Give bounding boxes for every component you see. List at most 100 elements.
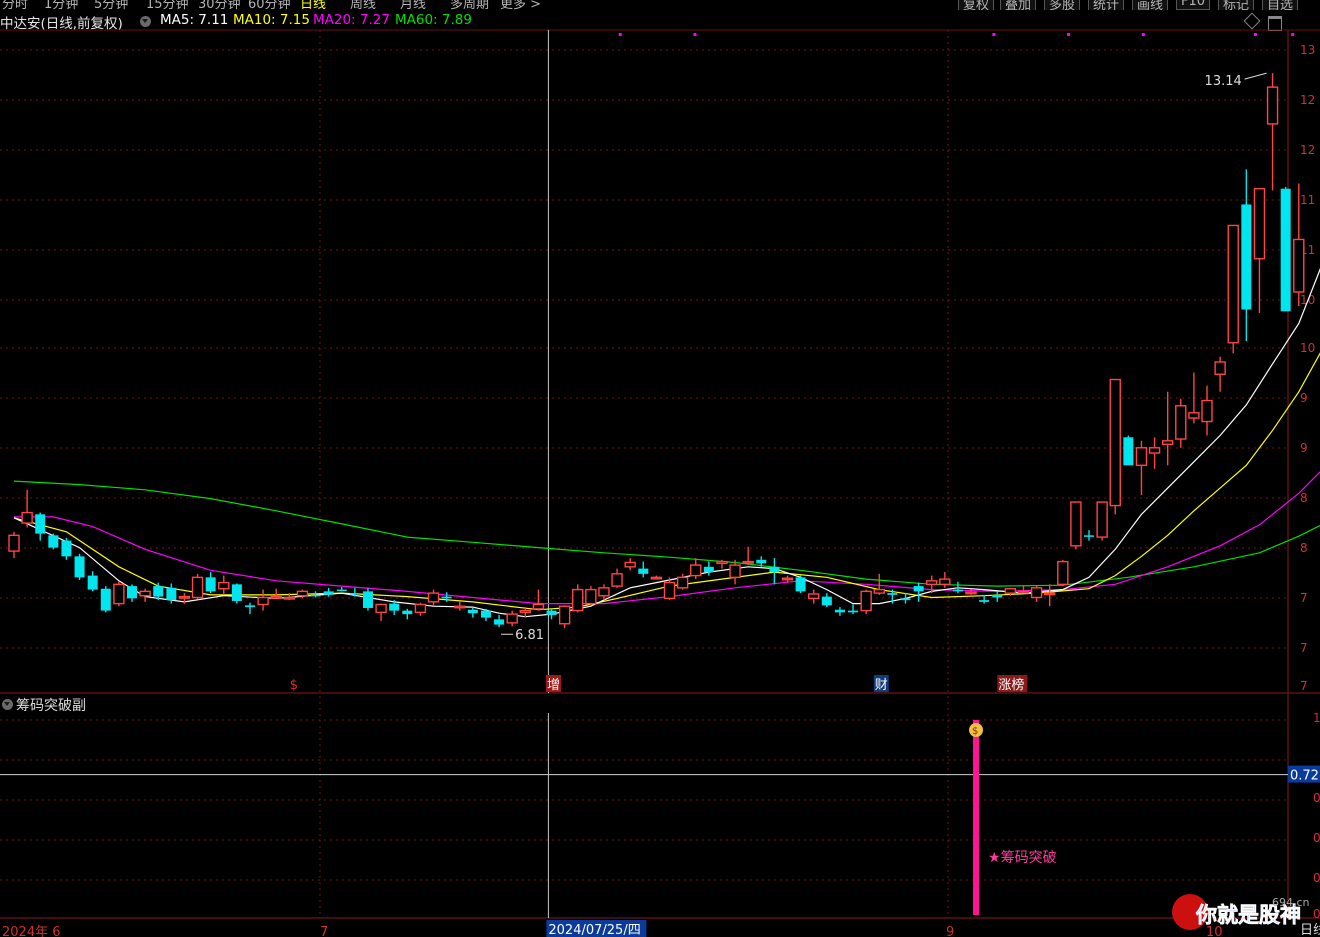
candle-body-down bbox=[336, 589, 347, 592]
candle-body-up bbox=[650, 576, 663, 580]
candle-body-up bbox=[375, 603, 387, 614]
candle-body-up bbox=[1201, 399, 1213, 423]
money-bag-glyph: $ bbox=[972, 726, 978, 737]
candle-body-up bbox=[939, 578, 951, 586]
candle-body-up bbox=[427, 592, 440, 603]
candle-body-up bbox=[8, 534, 20, 552]
sub-tick-label: 1 bbox=[1313, 711, 1320, 725]
candle-body-down bbox=[848, 610, 859, 613]
candle-body-up bbox=[1266, 86, 1279, 125]
candle-body-down bbox=[362, 591, 373, 608]
candle-body-down bbox=[402, 610, 413, 615]
candle-body-up bbox=[1004, 588, 1017, 594]
sub-tick-label: 0 bbox=[1313, 831, 1320, 845]
candle-body-down bbox=[756, 559, 767, 564]
marker-label: $ bbox=[290, 678, 298, 693]
candle-body-up bbox=[113, 583, 125, 605]
candle-body-up bbox=[454, 605, 466, 609]
marker-label: 增 bbox=[547, 678, 560, 693]
sub-indicator-menu-icon[interactable] bbox=[2, 699, 13, 710]
candle-body-down bbox=[74, 556, 85, 578]
signal-label: ★筹码突破 bbox=[988, 849, 1057, 866]
sub-indicator-title: 筹码突破副 bbox=[16, 698, 86, 714]
candle-body-down bbox=[1241, 204, 1252, 310]
candle-body-up bbox=[860, 590, 872, 612]
high-arrow bbox=[1244, 72, 1267, 80]
candle-body-up bbox=[965, 591, 977, 595]
candle-body-up bbox=[873, 588, 885, 594]
event-dot bbox=[1253, 33, 1257, 36]
candle-body-up bbox=[676, 576, 689, 589]
candle-body-up bbox=[218, 581, 230, 590]
candle-body-up bbox=[1227, 224, 1239, 344]
price-tick-label: 10 bbox=[1300, 341, 1315, 355]
candle-body-down bbox=[231, 584, 242, 601]
candle-body-up bbox=[270, 595, 282, 599]
marker-label: 财 bbox=[875, 678, 888, 693]
candle-body-down bbox=[441, 596, 452, 599]
candle-body-up bbox=[1043, 592, 1056, 596]
candle-body-down bbox=[389, 603, 400, 611]
sub-indicator-header: 筹码突破副 bbox=[0, 693, 1288, 715]
candle-body-up bbox=[1070, 501, 1082, 547]
candle-body-down bbox=[1280, 188, 1291, 312]
candle-body-down bbox=[480, 610, 491, 618]
candle-body-down bbox=[349, 593, 360, 595]
candle-body-down bbox=[913, 586, 924, 592]
candle-body-down bbox=[166, 587, 177, 601]
candle-body-down bbox=[795, 577, 806, 592]
candle-body-up bbox=[558, 605, 571, 625]
crosshair-value: 0.72 bbox=[1290, 769, 1319, 784]
candle-body-up bbox=[729, 564, 741, 579]
candle-body-up bbox=[532, 603, 545, 610]
candle-body-down bbox=[546, 610, 557, 615]
price-tick-label: 7 bbox=[1300, 679, 1308, 693]
candle-body-up bbox=[1096, 501, 1108, 538]
candle-body-up bbox=[414, 603, 427, 614]
candle-body-down bbox=[48, 535, 59, 548]
candle-body-up bbox=[611, 573, 623, 587]
sub-tick-label: 0 bbox=[1313, 907, 1320, 921]
candle-body-up bbox=[663, 581, 676, 600]
price-tick-label: 13 bbox=[1300, 43, 1315, 57]
candle-body-up bbox=[1148, 447, 1161, 454]
period-label: 日线 bbox=[1300, 923, 1320, 937]
candle-body-up bbox=[21, 511, 33, 524]
date-tick-label: 9 bbox=[946, 925, 954, 937]
sub-tick-label: 0 bbox=[1313, 871, 1320, 885]
candle-body-up bbox=[257, 596, 269, 606]
signal-bar bbox=[973, 720, 980, 915]
candle-body-up bbox=[926, 580, 938, 586]
candle-body-up bbox=[1293, 238, 1305, 293]
candle-body-up bbox=[585, 588, 597, 605]
candle-body-down bbox=[323, 591, 334, 595]
high-label: 13.14 bbox=[1205, 74, 1242, 89]
event-dot bbox=[992, 33, 996, 36]
candle-body-up bbox=[139, 590, 151, 597]
candle-body-down bbox=[703, 566, 714, 573]
crosshair-date: 2024/07/25/四 bbox=[548, 923, 640, 937]
candle-body-down bbox=[821, 596, 832, 606]
candle-body-down bbox=[494, 619, 505, 625]
candle-body-down bbox=[887, 593, 898, 595]
candle-body-up bbox=[191, 576, 204, 599]
kline-chart[interactable]: 131212111110109988777100000.7213.146.81$… bbox=[0, 0, 1320, 937]
price-tick-label: 9 bbox=[1300, 391, 1308, 405]
candle-body-down bbox=[979, 600, 990, 602]
candle-body-up bbox=[624, 561, 636, 568]
candle-body-up bbox=[283, 596, 296, 600]
price-tick-label: 8 bbox=[1300, 491, 1308, 505]
candle-body-down bbox=[900, 598, 911, 601]
candle-body-down bbox=[834, 609, 845, 613]
candle-body-down bbox=[126, 586, 137, 599]
watermark-site: 694.cn bbox=[1272, 896, 1310, 909]
date-tick-label: 2024年 6 bbox=[2, 925, 61, 937]
price-tick-label: 7 bbox=[1300, 641, 1308, 655]
ma5-line bbox=[13, 268, 1320, 618]
price-tick-label: 12 bbox=[1300, 143, 1315, 157]
sub-tick-label: 0 bbox=[1313, 791, 1320, 805]
candle-body-up bbox=[808, 593, 820, 600]
candle-body-up bbox=[1161, 440, 1174, 445]
candle-body-down bbox=[153, 586, 164, 597]
candle-body-down bbox=[35, 514, 46, 534]
